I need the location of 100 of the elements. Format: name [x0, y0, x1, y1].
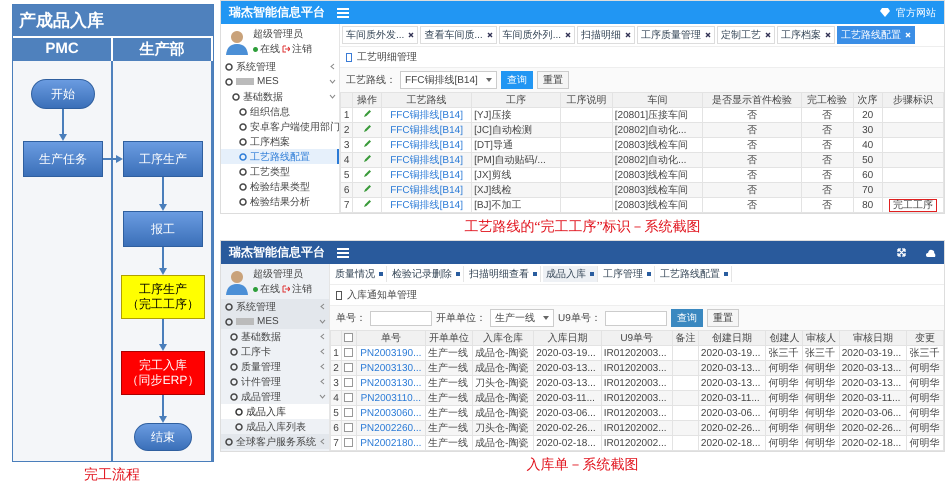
- column-header: 审核日期: [839, 330, 907, 346]
- checkbox[interactable]: [344, 423, 354, 432]
- sidebar-item[interactable]: 基础数据: [221, 89, 339, 104]
- table-cell: 何明华: [906, 420, 944, 436]
- caret-icon: [543, 316, 549, 320]
- tab[interactable]: 成品入库: [543, 266, 598, 282]
- logout-link[interactable]: 注销: [292, 282, 312, 296]
- logout-link[interactable]: 注销: [292, 42, 312, 56]
- tab[interactable]: 扫描明细查看: [466, 266, 541, 282]
- sidebar-item[interactable]: 质量管理: [221, 359, 329, 374]
- column-header: 入库仓库: [472, 330, 534, 346]
- sidebar-item[interactable]: 检验结果类型: [221, 179, 339, 194]
- sidebar-item[interactable]: 工序档案: [221, 134, 339, 149]
- sidebar-item[interactable]: 计件管理: [221, 374, 329, 389]
- row-number: 4: [330, 390, 342, 406]
- sidebar-item[interactable]: 基础数据: [221, 329, 329, 344]
- sidebar-item[interactable]: 工艺路线配置: [221, 149, 339, 164]
- logout-icon: [282, 285, 290, 293]
- tab[interactable]: 定制工艺: [717, 26, 776, 44]
- column-header: 工序说明: [560, 92, 612, 108]
- checkbox[interactable]: [344, 438, 354, 448]
- close-icon[interactable]: [625, 32, 632, 38]
- diamond-icon: [880, 8, 890, 17]
- sidebar-item[interactable]: 检验结果分析: [221, 194, 339, 209]
- circle-icon: [225, 302, 233, 310]
- table-cell: IR01202002...: [601, 436, 672, 450]
- filter-label: 工艺路线：: [346, 74, 396, 87]
- checkbox[interactable]: [344, 393, 354, 402]
- tab[interactable]: 扫描明细: [577, 26, 636, 44]
- cloud-icon[interactable]: [926, 248, 936, 256]
- tab[interactable]: 车间质外发...: [342, 26, 418, 44]
- sidebar-item[interactable]: MES: [221, 314, 329, 329]
- column-header: 车间: [612, 92, 703, 108]
- checkbox[interactable]: [344, 363, 354, 372]
- lane-header: 生产部: [113, 38, 213, 61]
- reset-button[interactable]: 重置: [706, 309, 739, 327]
- column-header: 是否显示首件检验: [702, 92, 802, 108]
- tab[interactable]: 检验记录删除: [389, 266, 464, 282]
- flow-arrow: [159, 247, 167, 275]
- close-icon[interactable]: [765, 32, 772, 38]
- circle-icon: [230, 362, 238, 370]
- route-select[interactable]: FFC铜排线[B14]: [400, 71, 497, 89]
- flow-node: 报工: [123, 211, 203, 247]
- input-field[interactable]: [604, 310, 667, 326]
- tab[interactable]: 查看车间质...: [420, 26, 497, 44]
- menu-icon[interactable]: [337, 8, 349, 18]
- checkbox[interactable]: [344, 333, 354, 342]
- sidebar-item[interactable]: 系统管理: [221, 59, 339, 74]
- close-icon[interactable]: [408, 32, 414, 38]
- sidebar-item[interactable]: MES: [221, 74, 339, 89]
- menu-icon[interactable]: [337, 248, 349, 258]
- table-cell: 2020-02-18...: [839, 436, 907, 450]
- row-number: 2: [340, 122, 353, 138]
- table-cell: 否: [801, 198, 854, 212]
- sidebar-item[interactable]: 工序卡: [221, 344, 329, 359]
- circle-icon: [239, 122, 247, 130]
- search-button[interactable]: 查询: [670, 309, 703, 327]
- tab[interactable]: 工序档案: [777, 26, 836, 44]
- table-cell: [20802]自动化...: [612, 152, 703, 168]
- sidebar-item[interactable]: 成品管理: [221, 389, 329, 404]
- close-icon[interactable]: [825, 32, 832, 38]
- tab[interactable]: 车间质外列...: [498, 26, 576, 44]
- close-icon[interactable]: [486, 32, 493, 38]
- fullscreen-icon[interactable]: [897, 248, 906, 257]
- tab[interactable]: 工序质量管理: [637, 26, 716, 44]
- close-icon[interactable]: [565, 32, 572, 38]
- circle-icon: [239, 168, 247, 176]
- reset-button[interactable]: 重置: [536, 71, 569, 89]
- table-cell: 否: [702, 198, 802, 212]
- table-cell: IR01202002...: [601, 420, 672, 436]
- table-cell: 何明华: [906, 436, 944, 450]
- table-cell: [BJ]不加工: [472, 198, 560, 212]
- close-icon[interactable]: [705, 32, 712, 38]
- sidebar-item[interactable]: 组织信息: [221, 104, 339, 119]
- circle-icon: [239, 198, 247, 206]
- tab[interactable]: 工序管理: [600, 266, 655, 282]
- checkbox[interactable]: [344, 348, 354, 358]
- unit-select[interactable]: 生产一线: [490, 309, 554, 327]
- bracket-icon: [336, 290, 342, 300]
- sidebar-item[interactable]: 成品入库列表: [221, 419, 329, 434]
- table-cell: 2020-02-18...: [534, 436, 602, 450]
- table-cell: 50: [853, 152, 882, 168]
- sidebar-item[interactable]: 全球客户服务系统: [221, 434, 329, 449]
- sidebar-item[interactable]: 系统管理: [221, 299, 329, 314]
- table-cell: 何明华: [766, 420, 803, 436]
- checkbox[interactable]: [344, 408, 354, 418]
- circle-icon: [239, 138, 247, 146]
- input-field[interactable]: [370, 310, 432, 326]
- sidebar-item[interactable]: 工艺类型: [221, 164, 339, 179]
- checkbox[interactable]: [344, 378, 354, 388]
- filter-label: 开单单位：: [436, 312, 486, 325]
- circle-icon: [225, 78, 233, 86]
- sidebar-item[interactable]: 成品入库: [221, 404, 329, 419]
- sidebar-item[interactable]: 安卓客户端使用部门: [221, 119, 339, 134]
- chart-title: 产成品入库: [13, 5, 213, 38]
- circle-icon: [232, 92, 240, 100]
- tab[interactable]: 工艺路线配置: [657, 266, 732, 282]
- tab[interactable]: 质量情况: [332, 266, 387, 282]
- circle-icon: [225, 438, 233, 446]
- table-cell: 70: [853, 182, 882, 198]
